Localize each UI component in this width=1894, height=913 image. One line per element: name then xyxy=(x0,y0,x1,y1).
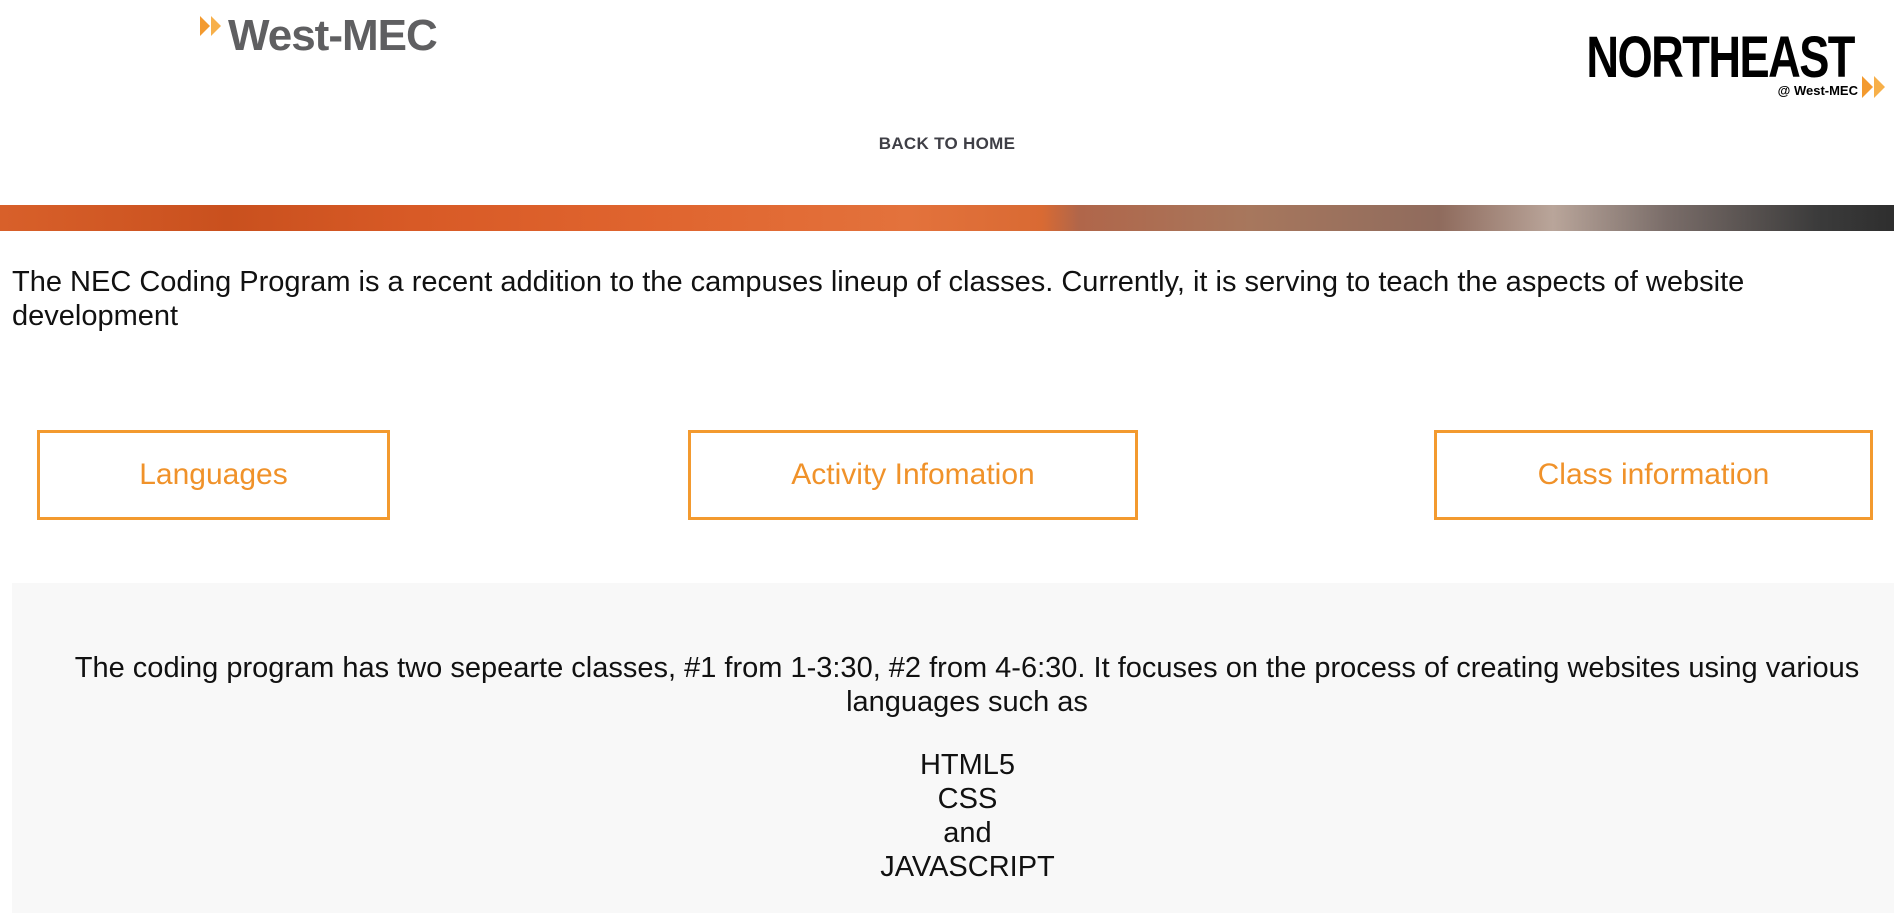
west-mec-logo-text: West-MEC xyxy=(228,11,438,60)
site-header: West-MEC NORTHEAST @ West-MEC BACK TO HO… xyxy=(0,0,1894,205)
double-chevron-right-icon xyxy=(1862,76,1885,98)
west-mec-logo[interactable]: West-MEC xyxy=(200,11,438,60)
language-item: CSS xyxy=(937,783,998,815)
header-banner-image xyxy=(0,205,1894,231)
northeast-logo[interactable]: NORTHEAST @ West-MEC xyxy=(1587,29,1890,100)
northeast-logo-text: NORTHEAST xyxy=(1586,25,1856,90)
northeast-logo-subtext: @ West-MEC xyxy=(1777,83,1858,98)
activity-information-button[interactable]: Activity Infomation xyxy=(688,430,1138,520)
double-chevron-right-icon xyxy=(200,16,221,36)
languages-button[interactable]: Languages xyxy=(37,430,390,520)
class-information-button[interactable]: Class information xyxy=(1434,430,1873,520)
intro-text: The NEC Coding Program is a recent addit… xyxy=(12,266,1745,332)
language-item: HTML5 xyxy=(919,749,1016,781)
back-nav: BACK TO HOME xyxy=(0,134,1894,154)
languages-list: HTML5 CSS and JAVASCRIPT xyxy=(0,748,1894,884)
language-item: JAVASCRIPT xyxy=(880,851,1055,883)
language-item: and xyxy=(943,817,992,849)
class-info-text: The coding program has two sepearte clas… xyxy=(74,652,1860,718)
back-to-home-link[interactable]: BACK TO HOME xyxy=(879,134,1015,153)
